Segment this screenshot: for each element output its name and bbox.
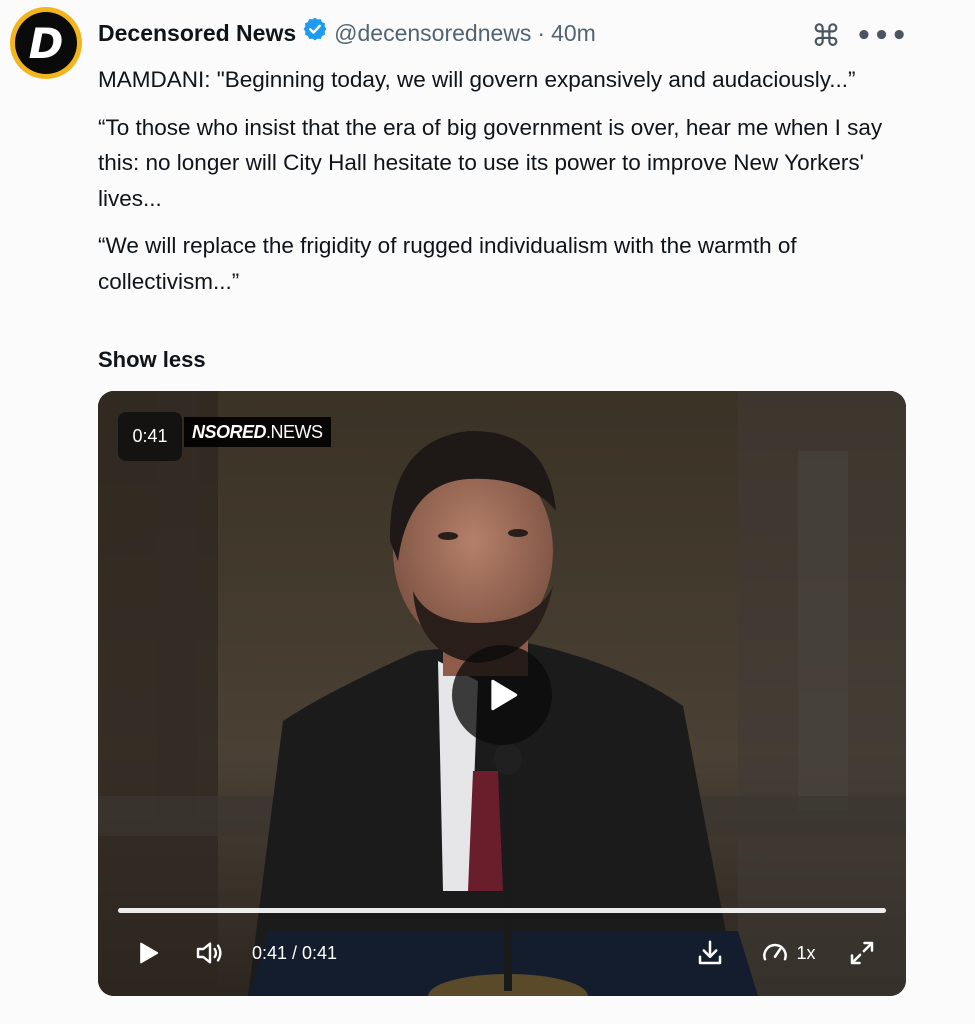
avatar-logo: D [15, 12, 77, 74]
volume-button[interactable] [190, 931, 230, 975]
video-player[interactable]: 0:41 NSORED .NEWS 0:41 / 0:41 1x [98, 391, 906, 996]
separator-dot: · [537, 19, 546, 46]
duration-badge: 0:41 [118, 412, 182, 461]
play-button[interactable] [128, 931, 168, 975]
download-icon [698, 940, 722, 965]
play-icon [140, 942, 159, 964]
tweet-paragraph: “We will replace the frigidity of rugged… [98, 233, 797, 294]
author-handle[interactable]: @decensorednews [334, 18, 531, 48]
volume-icon [196, 942, 222, 964]
fullscreen-icon [850, 941, 874, 965]
tweet-text: MAMDANI: "Beginning today, we will gover… [98, 62, 918, 311]
center-play-button[interactable] [452, 645, 552, 745]
progress-bar[interactable] [118, 908, 886, 913]
avatar[interactable]: D [10, 7, 82, 79]
tweet-paragraph: MAMDANI: "Beginning today, we will gover… [98, 67, 856, 92]
progress-fill [118, 908, 886, 913]
speed-label: 1x [796, 942, 816, 963]
download-button[interactable] [690, 931, 730, 975]
more-icon[interactable]: ••• [856, 18, 908, 54]
tweet-header: Decensored News @decensorednews · 40m [98, 16, 596, 49]
tweet-paragraph: “To those who insist that the era of big… [98, 114, 883, 211]
speed-icon [763, 943, 788, 961]
playback-speed-button[interactable]: 1x [756, 931, 820, 975]
verified-badge-icon [302, 16, 328, 49]
watermark-bold: NSORED [192, 421, 267, 442]
fullscreen-button[interactable] [842, 931, 882, 975]
command-icon[interactable]: ⌘ [808, 18, 844, 54]
post-time[interactable]: 40m [551, 18, 596, 48]
author-name[interactable]: Decensored News [98, 18, 296, 48]
watermark-logo: NSORED .NEWS [184, 417, 331, 447]
show-less-link[interactable]: Show less [98, 347, 206, 373]
time-display: 0:41 / 0:41 [252, 942, 338, 963]
watermark-light: .NEWS [266, 421, 323, 442]
play-icon [491, 679, 518, 711]
